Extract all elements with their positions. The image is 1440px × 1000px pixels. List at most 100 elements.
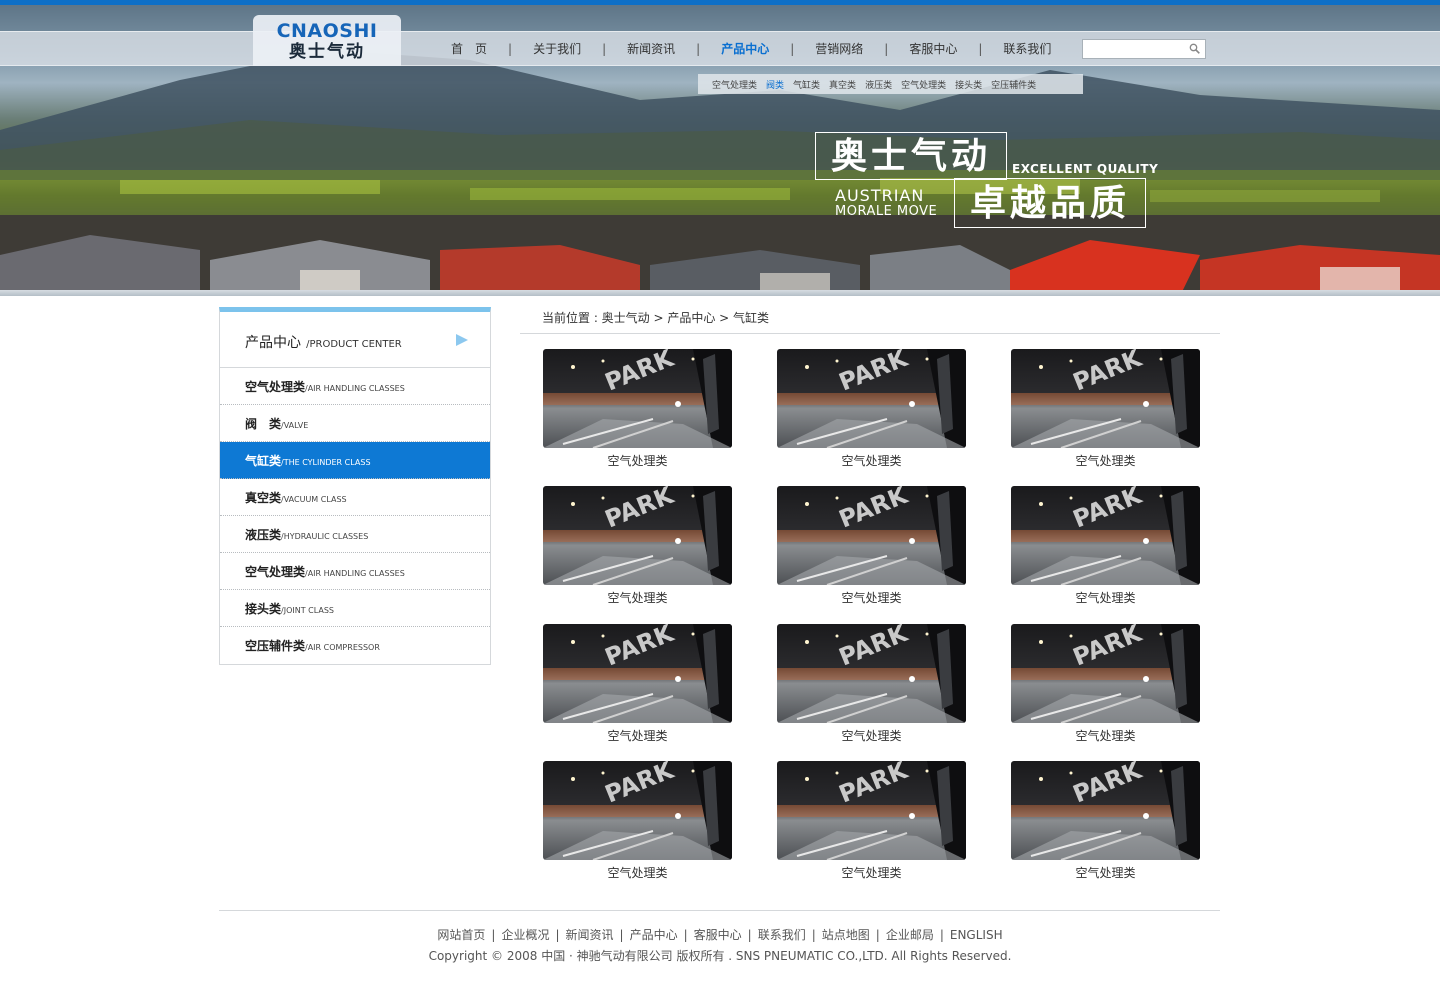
sidebar-item-label-cn: 空气处理类 [245,380,306,394]
copyright-text: Copyright © 2008 中国 · 神驰气动有限公司 版权所有 . SN… [428,949,1012,963]
sidebar-item-4[interactable]: 液压类/HYDRAULIC CLASSES [220,516,490,553]
search-input[interactable] [1083,42,1183,61]
product-category-sidebar: 产品中心 /PRODUCT CENTER 空气处理类/AIR HANDLING … [219,307,491,665]
product-caption[interactable]: 空气处理类 [777,590,966,606]
product-card[interactable]: PARK 空气处理类 [543,624,732,749]
footer-separator: | [491,928,496,942]
product-image[interactable]: PARK [777,624,966,723]
site-logo[interactable]: CNAOSHI 奥士气动 [253,15,401,66]
nav-item-3[interactable]: 产品中心 [708,39,782,59]
subnav-item-2[interactable]: 气缸类 [793,78,820,91]
sidebar-list: 空气处理类/AIR HANDLING CLASSES 阀 类/VALVE 气缸类/T… [220,368,490,664]
nav-item-0[interactable]: 首 页 [438,39,500,59]
subnav-item-5[interactable]: 空气处理类 [901,78,946,91]
sidebar-item-3[interactable]: 真空类/VACUUM CLASS [220,479,490,516]
breadcrumb: 当前位置 : 奥士气动 > 产品中心 > 气缸类 [520,309,1220,334]
nav-separator: | [508,42,513,56]
subnav-item-0[interactable]: 空气处理类 [712,78,757,91]
product-caption[interactable]: 空气处理类 [543,590,732,606]
sub-navigation: 空气处理类 阀类 气缸类 真空类 液压类 空气处理类 接头类 空压辅件类 [698,74,1083,94]
footer-separator: | [683,928,688,942]
footer-separator: | [875,928,880,942]
sidebar-item-label-en: /VALVE [281,421,309,430]
product-card[interactable]: PARK 空气处理类 [777,349,966,474]
product-card[interactable]: PARK 空气处理类 [1011,761,1200,886]
product-caption[interactable]: 空气处理类 [777,728,966,744]
product-card[interactable]: PARK 空气处理类 [1011,624,1200,749]
product-image[interactable]: PARK [777,349,966,448]
play-arrow-icon [456,334,468,346]
sidebar-item-label-cn: 气缸类 [245,454,282,468]
sidebar-item-label-cn: 空压辅件类 [245,639,306,653]
footer-separator: | [619,928,624,942]
search-icon[interactable] [1189,43,1200,54]
main-navigation: 首 页 | 关于我们 | 新闻资讯 | 产品中心 | 营销网络 | 客服中心 | 联系我们 [438,39,1064,59]
product-card[interactable]: PARK 空气处理类 [1011,486,1200,611]
product-image[interactable]: PARK [1011,761,1200,860]
product-card[interactable]: PARK 空气处理类 [543,349,732,474]
logo-text-cn: 奥士气动 [289,42,365,62]
product-image[interactable]: PARK [543,761,732,860]
search-box [1082,39,1206,61]
slogan-cn-2: 卓越品质 [954,178,1146,228]
nav-item-2[interactable]: 新闻资讯 [614,39,688,59]
product-image[interactable]: PARK [1011,349,1200,448]
product-caption[interactable]: 空气处理类 [1011,590,1200,606]
sidebar-item-label-en: /AIR HANDLING CLASSES [305,384,405,393]
product-caption[interactable]: 空气处理类 [1011,728,1200,744]
product-card[interactable]: PARK 空气处理类 [543,761,732,886]
subnav-item-7[interactable]: 空压辅件类 [991,78,1036,91]
sidebar-item-0[interactable]: 空气处理类/AIR HANDLING CLASSES [220,368,490,405]
product-caption[interactable]: 空气处理类 [777,453,966,469]
product-image[interactable]: PARK [543,624,732,723]
footer-link-0[interactable]: 网站首页 [437,928,485,942]
product-card[interactable]: PARK 空气处理类 [777,761,966,886]
footer-link-5[interactable]: 联系我们 [758,928,806,942]
product-caption[interactable]: 空气处理类 [543,728,732,744]
product-image[interactable]: PARK [1011,486,1200,585]
slogan-en-1: EXCELLENT QUALITY [1012,162,1159,176]
product-image[interactable]: PARK [1011,624,1200,723]
footer-link-2[interactable]: 新闻资讯 [566,928,614,942]
sidebar-item-5[interactable]: 空气处理类/AIR HANDLING CLASSES [220,553,490,590]
footer-link-3[interactable]: 产品中心 [630,928,678,942]
footer-separator: | [747,928,752,942]
nav-item-5[interactable]: 客服中心 [896,39,970,59]
footer-link-8[interactable]: ENGLISH [950,928,1003,942]
product-caption[interactable]: 空气处理类 [543,865,732,881]
product-image[interactable]: PARK [543,349,732,448]
subnav-item-4[interactable]: 液压类 [865,78,892,91]
footer-link-6[interactable]: 站点地图 [822,928,870,942]
product-image[interactable]: PARK [777,761,966,860]
sidebar-item-7[interactable]: 空压辅件类/AIR COMPRESSOR [220,627,490,664]
footer-separator: | [939,928,944,942]
sidebar-item-2[interactable]: 气缸类/THE CYLINDER CLASS [220,442,490,479]
subnav-item-3[interactable]: 真空类 [829,78,856,91]
sidebar-item-label-cn: 阀 类 [245,417,282,431]
footer-links: 网站首页 | 企业概况 | 新闻资讯 | 产品中心 | 客服中心 | 联系我们 | 站点地图 | 企业邮局 |… [0,926,1440,943]
product-caption[interactable]: 空气处理类 [1011,453,1200,469]
subnav-item-6[interactable]: 接头类 [955,78,982,91]
product-caption[interactable]: 空气处理类 [543,453,732,469]
product-image[interactable]: PARK [543,486,732,585]
footer-separator: | [555,928,560,942]
sidebar-item-6[interactable]: 接头类/JOINT CLASS [220,590,490,627]
footer-link-4[interactable]: 客服中心 [694,928,742,942]
footer-link-1[interactable]: 企业概况 [501,928,549,942]
footer-link-7[interactable]: 企业邮局 [886,928,934,942]
product-image[interactable]: PARK [777,486,966,585]
nav-item-6[interactable]: 联系我们 [990,39,1064,59]
product-card[interactable]: PARK 空气处理类 [777,624,966,749]
product-caption[interactable]: 空气处理类 [1011,865,1200,881]
slogan-en-3: MORALE MOVE [835,204,938,219]
product-card[interactable]: PARK 空气处理类 [777,486,966,611]
nav-item-4[interactable]: 营销网络 [802,39,876,59]
subnav-item-1[interactable]: 阀类 [766,78,784,91]
product-card[interactable]: PARK 空气处理类 [543,486,732,611]
product-card[interactable]: PARK 空气处理类 [1011,349,1200,474]
sidebar-item-1[interactable]: 阀 类/VALVE [220,405,490,442]
nav-item-1[interactable]: 关于我们 [520,39,594,59]
product-caption[interactable]: 空气处理类 [777,865,966,881]
sidebar-title-cn: 产品中心 [245,335,301,351]
header-banner: CNAOSHI 奥士气动 首 页 | 关于我们 | 新闻资讯 | 产品中心 | 营销网络 | 客服中… [0,0,1440,296]
